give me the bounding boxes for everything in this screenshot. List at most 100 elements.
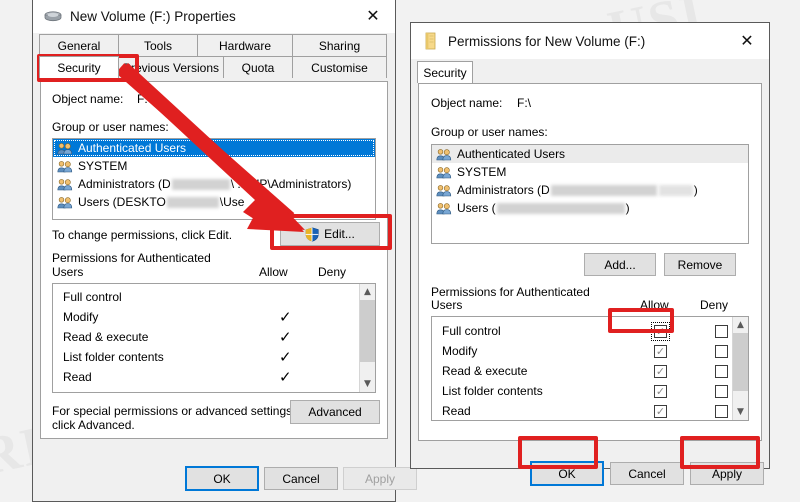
edit-button-label: Edit... (324, 227, 355, 241)
properties-tabstrip: General Tools Hardware Sharing Security … (33, 33, 395, 78)
list-item[interactable]: Administrators (D \ ... UP \Administrators… (53, 175, 375, 193)
permission-name: Full control (63, 290, 122, 304)
users-group-icon (436, 184, 452, 197)
group-or-user-names-list[interactable]: Authenticated Users SYSTEM Administrator… (431, 144, 749, 244)
hard-drive-icon (43, 6, 63, 26)
edit-button[interactable]: Edit... (280, 222, 380, 246)
permissions-tab-page: Object name: F:\ Group or user names: Au… (418, 83, 762, 441)
table-row[interactable]: Modify ✓ (53, 307, 375, 327)
redacted-text (171, 178, 230, 190)
advanced-button[interactable]: Advanced (290, 400, 380, 424)
deny-checkbox[interactable] (715, 324, 728, 338)
properties-ok-button[interactable]: OK (185, 466, 259, 491)
list-item[interactable]: SYSTEM (432, 163, 748, 181)
list-item[interactable]: Authenticated Users (53, 139, 375, 157)
table-row[interactable]: Write ✓ (53, 387, 375, 392)
permissions-list[interactable]: Full control Modify ✓ Read & execute ✓ L… (52, 283, 376, 393)
users-group-icon (436, 148, 452, 161)
tab-general[interactable]: General (39, 34, 119, 56)
permissions-cancel-button[interactable]: Cancel (610, 462, 684, 485)
add-button[interactable]: Add... (584, 253, 656, 276)
table-row[interactable]: List folder contents ✓ (53, 347, 375, 367)
tab-sharing[interactable]: Sharing (292, 34, 387, 56)
table-row[interactable]: Read & execute ✓ (432, 361, 748, 381)
object-name-label: Object name: (52, 92, 124, 106)
permissions-ok-button[interactable]: OK (530, 461, 604, 486)
permissions-header-line2: Users (52, 265, 84, 279)
folder-permissions-icon (421, 31, 441, 51)
allow-checkbox[interactable]: ✓ (654, 344, 667, 358)
permissions-header-line1: Permissions for Authenticated (431, 285, 590, 299)
deny-checkbox[interactable] (715, 364, 728, 378)
scroll-down-icon[interactable]: ▼ (733, 404, 748, 420)
list-item[interactable]: Administrators (D) (432, 181, 748, 199)
security-tab-page: Object name: F:\ Group or user names: Au… (40, 81, 388, 439)
table-row[interactable]: Read ✓ (53, 367, 375, 387)
properties-apply-label: Apply (364, 471, 396, 486)
scroll-up-icon[interactable]: ▲ (360, 284, 375, 300)
tab-hardware[interactable]: Hardware (197, 34, 293, 56)
scroll-up-icon[interactable]: ▲ (733, 317, 748, 333)
permissions-checkbox-list[interactable]: Full control ✓ Modify ✓ Read & execute ✓… (431, 316, 749, 421)
properties-cancel-label: Cancel (282, 471, 320, 486)
allow-checkbox[interactable]: ✓ (654, 384, 667, 398)
permissions-checkbox-scrollbar[interactable]: ▲ ▼ (732, 317, 748, 420)
table-row[interactable]: Read ✓ (432, 401, 748, 420)
tab-security[interactable]: Security (417, 61, 473, 83)
list-item[interactable]: SYSTEM (53, 157, 375, 175)
redacted-text (550, 184, 657, 196)
deny-checkbox[interactable] (715, 384, 728, 398)
scrollbar-thumb[interactable] (733, 333, 748, 391)
list-item-label: Administrators (D (457, 183, 550, 197)
deny-checkbox[interactable] (715, 404, 728, 418)
tab-tools[interactable]: Tools (118, 34, 198, 56)
permission-name: Read (63, 370, 92, 384)
tab-previous-versions[interactable]: Previous Versions (118, 56, 224, 78)
deny-column-header: Deny (700, 298, 729, 312)
remove-button[interactable]: Remove (664, 253, 736, 276)
users-group-icon (57, 160, 73, 173)
permissions-list-scrollbar[interactable]: ▲ ▼ (359, 284, 375, 392)
tab-quota[interactable]: Quota (223, 56, 293, 78)
table-row[interactable]: Modify ✓ (432, 341, 748, 361)
permissions-apply-label: Apply (711, 466, 743, 481)
list-item-label-suffix: \Use (219, 195, 245, 209)
object-name-value: F:\ (517, 96, 531, 110)
list-item-label: Authenticated Users (78, 141, 187, 155)
table-row[interactable]: Read & execute ✓ (53, 327, 375, 347)
close-icon[interactable]: ✕ (725, 24, 769, 58)
group-or-user-names-list[interactable]: Authenticated Users SYSTEM Administrator… (52, 138, 376, 220)
properties-tabrow-2: Security Previous Versions Quota Customi… (39, 56, 389, 78)
scroll-down-icon[interactable]: ▼ (360, 376, 375, 392)
permission-name: Modify (63, 310, 99, 324)
allow-checkmark: ✓ (279, 307, 292, 326)
list-item[interactable]: Users (DESKTO \Use (53, 193, 375, 211)
tab-security[interactable]: Security (39, 56, 119, 78)
permissions-apply-button[interactable]: Apply (690, 462, 764, 485)
users-group-icon (436, 166, 452, 179)
list-item[interactable]: Users () (432, 199, 748, 217)
allow-checkbox[interactable]: ✓ (654, 364, 667, 378)
uac-shield-icon (305, 226, 319, 242)
add-button-label: Add... (604, 257, 636, 272)
permissions-tabstrip: Security (411, 59, 769, 83)
list-item[interactable]: Authenticated Users (432, 145, 748, 163)
properties-cancel-button[interactable]: Cancel (264, 467, 338, 490)
deny-checkbox[interactable] (715, 344, 728, 358)
table-row[interactable]: Full control ✓ (432, 321, 748, 341)
allow-checkmark: ✓ (279, 347, 292, 366)
allow-checkbox[interactable]: ✓ (651, 321, 670, 341)
users-group-icon (57, 196, 73, 209)
permission-name: Read & execute (442, 364, 528, 378)
list-item-label-suffix: ) (625, 201, 630, 215)
scrollbar-thumb[interactable] (360, 300, 375, 362)
allow-checkbox[interactable]: ✓ (654, 404, 667, 418)
permission-name: List folder contents (63, 350, 164, 364)
close-icon[interactable]: ✕ (351, 0, 395, 33)
tab-customise[interactable]: Customise (292, 56, 387, 78)
table-row[interactable]: List folder contents ✓ (432, 381, 748, 401)
redacted-text (166, 196, 219, 208)
permissions-tabrow: Security (417, 61, 763, 83)
list-item-label: SYSTEM (457, 165, 507, 179)
table-row[interactable]: Full control (53, 287, 375, 307)
